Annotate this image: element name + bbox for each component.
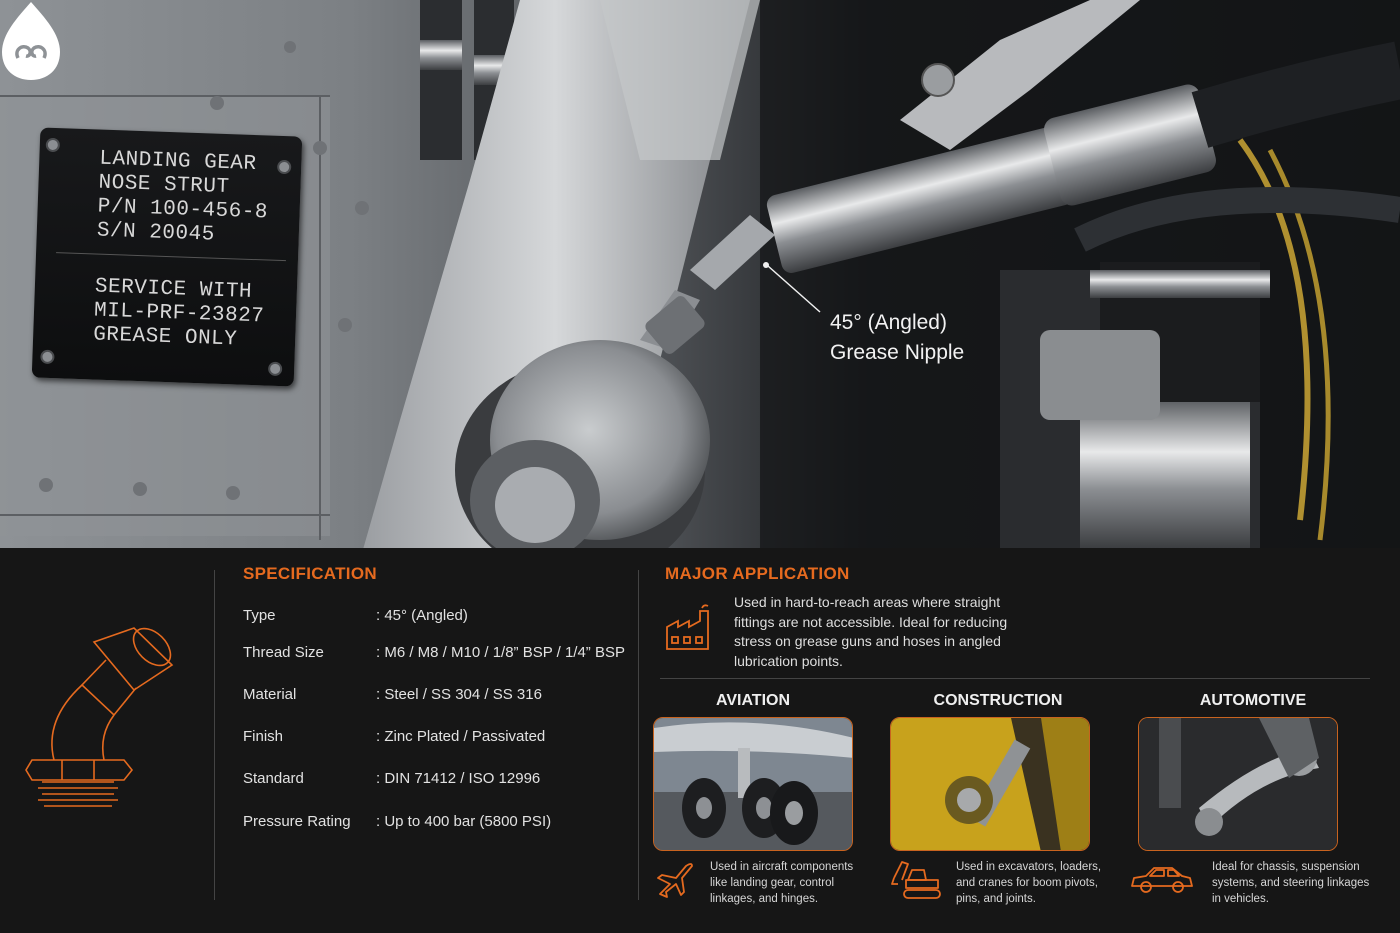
factory-icon xyxy=(666,604,709,650)
landing-gear-photo xyxy=(654,718,852,850)
spec-label: Finish xyxy=(243,728,284,745)
spec-value: : Steel / SS 304 / SS 316 xyxy=(376,686,542,703)
spec-value: : M6 / M8 / M10 / 1/8” BSP / 1/4” BSP xyxy=(376,644,625,661)
construction-photo xyxy=(890,717,1090,851)
spec-value: : Up to 400 bar (5800 PSI) xyxy=(376,813,552,830)
application-description: Used in hard-to-reach areas where straig… xyxy=(734,594,1008,669)
spec-row: Standard : DIN 71412 / ISO 12996 xyxy=(243,770,540,787)
screw-icon xyxy=(40,349,55,365)
airplane-icon xyxy=(657,863,693,898)
aviation-photo xyxy=(653,717,853,851)
specification-title: SPECIFICATION xyxy=(243,564,377,583)
automotive-photo xyxy=(1138,717,1338,851)
card-title-construction: CONSTRUCTION xyxy=(933,692,1063,709)
spec-row: Type : 45° (Angled) xyxy=(243,607,468,624)
card-title-aviation: AVIATION xyxy=(715,692,791,709)
excavator-icon xyxy=(891,861,941,899)
spec-row: Pressure Rating : Up to 400 bar (5800 PS… xyxy=(243,813,551,830)
card-title-automotive: AUTOMOTIVE xyxy=(1199,692,1307,709)
car-icon xyxy=(1131,867,1193,893)
card-desc-automotive: Ideal for chassis, suspension systems, a… xyxy=(1212,861,1370,905)
card-desc-construction: Used in excavators, loaders, and cranes … xyxy=(956,861,1102,905)
info-panel: SPECIFICATION Type : 45° (Angled) Thread… xyxy=(0,548,1400,933)
spec-row: Finish : Zinc Plated / Passivated xyxy=(243,728,545,745)
screw-icon xyxy=(45,137,61,153)
screw-icon xyxy=(276,159,292,175)
spec-label: Thread Size xyxy=(243,644,324,661)
data-plate: LANDING GEAR NOSE STRUT P/N 100-456-8 S/… xyxy=(31,127,303,387)
callout-label: 45° (Angled) Grease Nipple xyxy=(830,308,964,368)
spec-value: : Zinc Plated / Passivated xyxy=(376,728,546,745)
card-desc-aviation: Used in aircraft components like landing… xyxy=(710,861,854,905)
spec-label: Material xyxy=(243,686,297,703)
suspension-photo xyxy=(1139,718,1337,850)
grease-nipple-outline-icon xyxy=(25,627,174,807)
spec-label: Standard xyxy=(243,770,304,787)
brand-logo-icon xyxy=(2,2,60,80)
spec-value: : 45° (Angled) xyxy=(376,607,468,624)
callout-line: Grease Nipple xyxy=(830,341,965,364)
application-title: MAJOR APPLICATION xyxy=(665,564,850,583)
excavator-joint-photo xyxy=(891,718,1089,850)
spec-value: : DIN 71412 / ISO 12996 xyxy=(376,770,541,787)
spec-label: Type xyxy=(243,607,276,624)
spec-label: Pressure Rating xyxy=(243,813,351,830)
callout-line: 45° (Angled) xyxy=(830,311,947,334)
spec-row: Material : Steel / SS 304 / SS 316 xyxy=(243,686,542,703)
hero-photo: LANDING GEAR NOSE STRUT P/N 100-456-8 S/… xyxy=(0,0,1400,548)
spec-row: Thread Size : M6 / M8 / M10 / 1/8” BSP /… xyxy=(243,644,625,661)
screw-icon xyxy=(267,361,283,377)
